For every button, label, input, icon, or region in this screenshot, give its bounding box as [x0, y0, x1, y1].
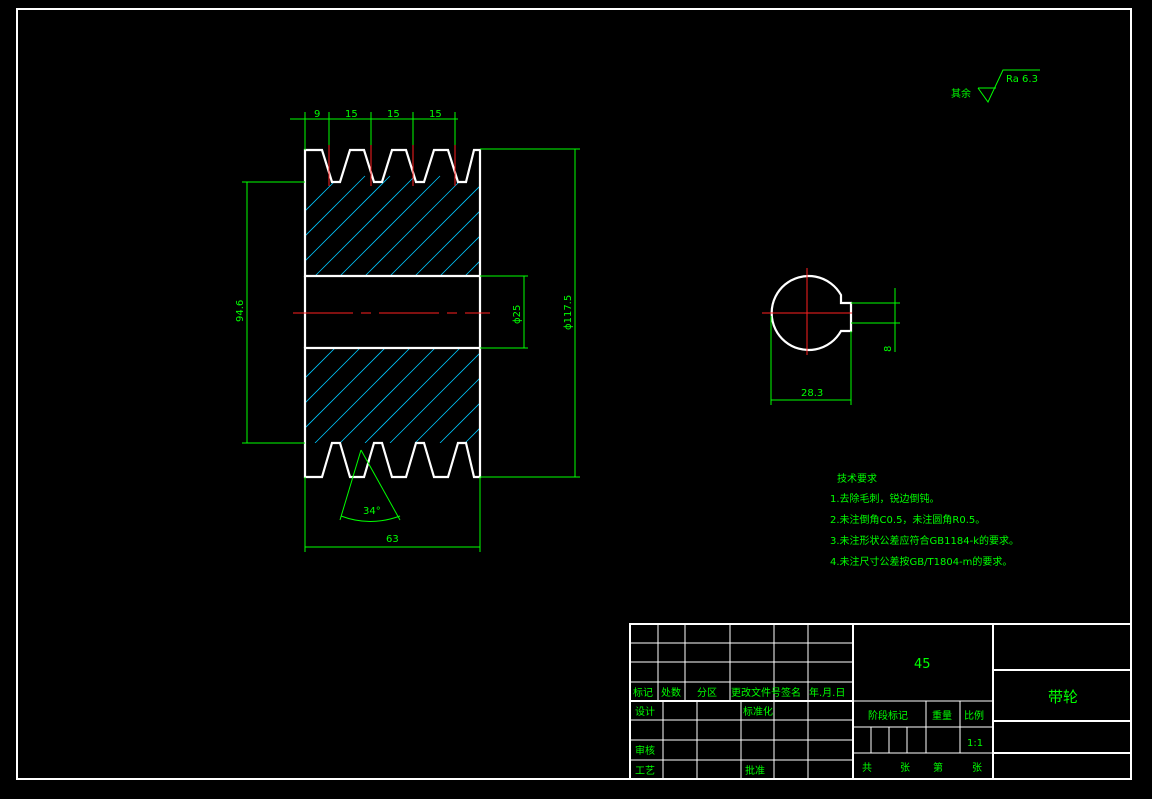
dim-top-2: 15: [345, 109, 358, 120]
surface-roughness-symbol: 其余 Ra 6.3: [951, 69, 1040, 103]
outer-frame: [16, 8, 1132, 780]
dim-top-4: 15: [429, 109, 442, 120]
keyway-section-view: 28.3 8: [762, 268, 900, 405]
dim-width: 63: [386, 534, 399, 545]
dim-groove-angle: 34°: [363, 506, 381, 517]
rev-header-mark: 标记: [633, 687, 653, 699]
dim-outer-diameter: ϕ117.5: [563, 295, 574, 330]
rev-header-date: 年.月.日: [809, 686, 845, 699]
sheets-label: 张: [900, 762, 910, 774]
standardize-label: 标准化: [743, 705, 773, 718]
roughness-value: Ra 6.3: [1006, 74, 1038, 85]
drawing-canvas: 9 15 15 15 94.6 ϕ25 ϕ117.5 34° 63 28.3 8…: [16, 8, 1132, 780]
page-label: 第: [933, 761, 943, 774]
hatch-top: [305, 175, 480, 276]
sheet2-label: 张: [972, 762, 982, 774]
dim-top-3: 15: [387, 109, 400, 120]
design-label: 设计: [635, 705, 655, 718]
scale-value: 1:1: [967, 738, 983, 749]
review-label: 审核: [635, 744, 655, 757]
main-dimensions: 9 15 15 15 94.6 ϕ25 ϕ117.5 34° 63: [235, 109, 580, 552]
title-block: 标记 处数 分区 更改文件号 签名 年.月.日 设计 标准化 审核 工艺 批准 …: [629, 623, 1132, 780]
tech-req-item-3: 3.未注形状公差应符合GB1184-k的要求。: [830, 534, 1019, 547]
tech-req-title: 技术要求: [837, 472, 877, 485]
dim-keyway-width: 8: [883, 346, 894, 352]
dim-groove-diameter: 94.6: [235, 300, 246, 322]
stage-mark-label: 阶段标记: [868, 709, 908, 722]
weight-label: 重量: [932, 709, 952, 722]
technical-requirements: 技术要求 1.去除毛刺，锐边倒钝。 2.未注倒角C0.5，未注圆角R0.5。 3…: [830, 472, 1019, 568]
material-value: 45: [914, 657, 931, 672]
dim-bore-diameter: ϕ25: [512, 305, 523, 324]
scale-label: 比例: [964, 709, 984, 722]
roughness-prefix: 其余: [951, 87, 971, 100]
part-name: 带轮: [1048, 688, 1078, 706]
rev-header-count: 处数: [661, 686, 681, 699]
approve-label: 批准: [745, 764, 765, 777]
rev-header-doc: 更改文件号: [731, 686, 781, 699]
tech-req-item-4: 4.未注尺寸公差按GB/T1804-m的要求。: [830, 555, 1012, 568]
tech-req-item-2: 2.未注倒角C0.5，未注圆角R0.5。: [830, 513, 985, 526]
hatch-bottom: [305, 348, 480, 443]
tech-req-item-1: 1.去除毛刺，锐边倒钝。: [830, 492, 940, 505]
dim-top-1: 9: [314, 109, 320, 120]
rev-header-zone: 分区: [697, 687, 717, 699]
dim-keyway-depth: 28.3: [801, 388, 823, 399]
total-label: 共: [862, 762, 872, 774]
process-label: 工艺: [635, 765, 655, 777]
rev-header-sign: 签名: [781, 686, 801, 699]
